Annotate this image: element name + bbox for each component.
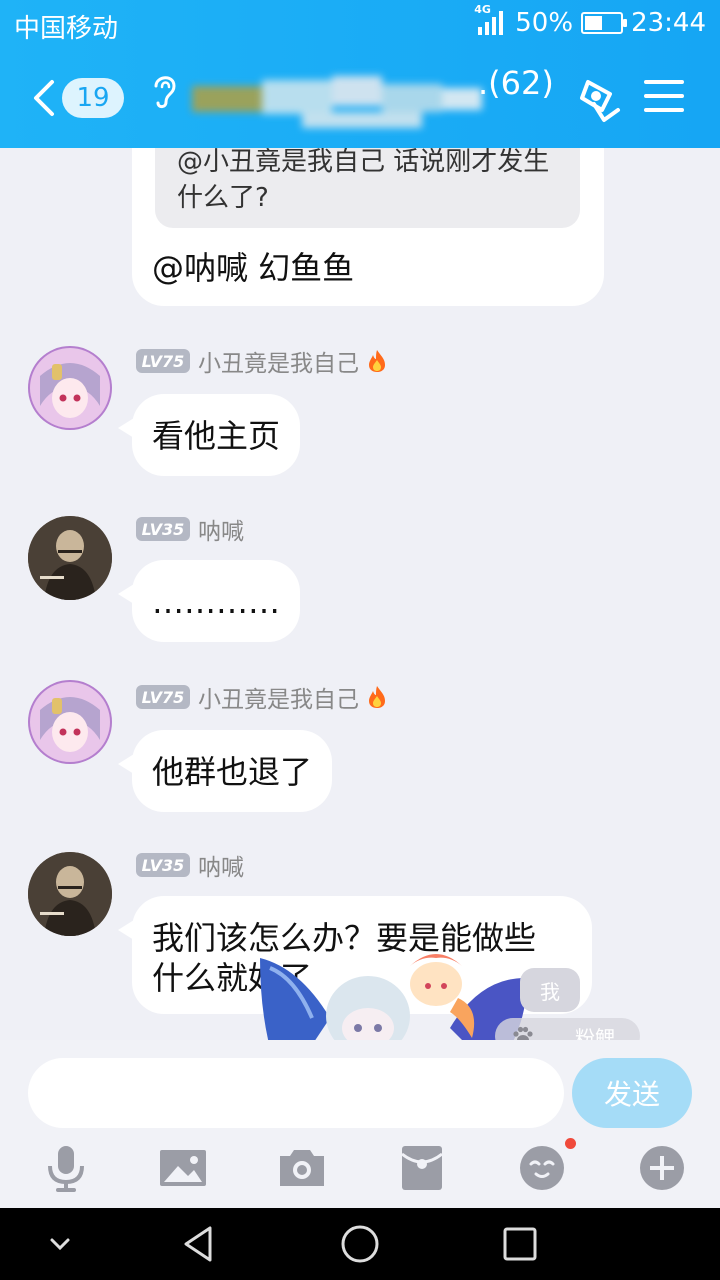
level-badge: LV35 — [136, 517, 190, 541]
menu-icon[interactable] — [644, 80, 684, 116]
chat-header: 中国移动 4G 50% 23:44 19 .(62) — [0, 0, 720, 148]
image-icon[interactable] — [156, 1140, 212, 1196]
group-name-blurred — [192, 68, 484, 128]
sender-line: LV75 小丑竟是我自己 — [136, 344, 387, 378]
sender-name[interactable]: 呐喊 — [198, 848, 244, 882]
member-count: .(62) — [478, 64, 554, 102]
fire-icon — [369, 686, 385, 708]
level-badge: LV75 — [136, 349, 190, 373]
sender-name[interactable]: 呐喊 — [198, 512, 244, 546]
network-type: 4G — [474, 3, 491, 16]
message-input[interactable] — [28, 1058, 564, 1128]
sender-line: LV35 呐喊 — [136, 512, 244, 546]
level-badge: LV35 — [136, 853, 190, 877]
unread-count-badge[interactable]: 19 — [62, 78, 124, 118]
message-bubble[interactable]: 看他主页 — [118, 394, 301, 476]
pet-name: 粉鲤 — [575, 1025, 615, 1041]
sender-name[interactable]: 小丑竟是我自己 — [198, 344, 359, 378]
sender-line: LV35 呐喊 — [136, 848, 244, 882]
quoted-message[interactable]: @小丑竟是我自己 话说刚才发生什么了? — [155, 148, 580, 228]
send-button[interactable]: 发送 — [572, 1058, 692, 1128]
message-bubble[interactable]: 他群也退了 — [118, 730, 333, 812]
system-nav-bar — [0, 1208, 720, 1280]
message-bubble[interactable]: ………… — [118, 560, 300, 642]
message-text: 他群也退了 — [152, 753, 313, 791]
message-text: ………… — [152, 583, 280, 621]
clock: 23:44 — [631, 8, 706, 38]
fire-icon — [369, 350, 385, 372]
recent-apps-icon[interactable] — [500, 1224, 540, 1264]
avatar[interactable] — [28, 346, 112, 430]
message-text: 看他主页 — [152, 417, 281, 455]
red-packet-icon[interactable] — [394, 1140, 450, 1196]
ear-icon[interactable] — [150, 70, 180, 110]
share-link-icon[interactable] — [570, 76, 622, 124]
hide-keyboard-icon[interactable] — [40, 1224, 80, 1264]
status-bar: 中国移动 4G 50% 23:44 — [0, 0, 720, 48]
emoji-icon[interactable] — [514, 1140, 570, 1196]
pet-name-chip[interactable]: 粉鲤 — [495, 1018, 640, 1040]
level-badge: LV75 — [136, 685, 190, 709]
paw-icon — [513, 1026, 533, 1040]
back-icon[interactable] — [180, 1224, 220, 1264]
sender-line: LV75 小丑竟是我自己 — [136, 680, 387, 714]
avatar[interactable] — [28, 516, 112, 600]
avatar[interactable] — [28, 680, 112, 764]
microphone-icon[interactable] — [38, 1140, 94, 1196]
input-panel: 发送 — [0, 1040, 720, 1208]
battery-percent: 50% — [515, 8, 574, 38]
message-text: @呐喊 幻鱼鱼 — [152, 249, 355, 287]
sender-name[interactable]: 小丑竟是我自己 — [198, 680, 359, 714]
signal-icon: 4G — [474, 3, 504, 35]
carrier-name: 中国移动 — [14, 14, 119, 44]
back-arrow-icon[interactable] — [28, 76, 64, 120]
home-icon[interactable] — [340, 1224, 380, 1264]
nav-bar: 19 .(62) — [0, 56, 720, 140]
me-label: 我 — [520, 968, 580, 1012]
avatar[interactable] — [28, 852, 112, 936]
plus-icon[interactable] — [634, 1140, 690, 1196]
camera-icon[interactable] — [274, 1140, 330, 1196]
message-list[interactable]: @小丑竟是我自己 话说刚才发生什么了? @呐喊 幻鱼鱼 LV75 小丑竟是我自己… — [0, 148, 720, 1040]
notification-dot — [565, 1138, 576, 1149]
battery-icon — [581, 12, 628, 34]
